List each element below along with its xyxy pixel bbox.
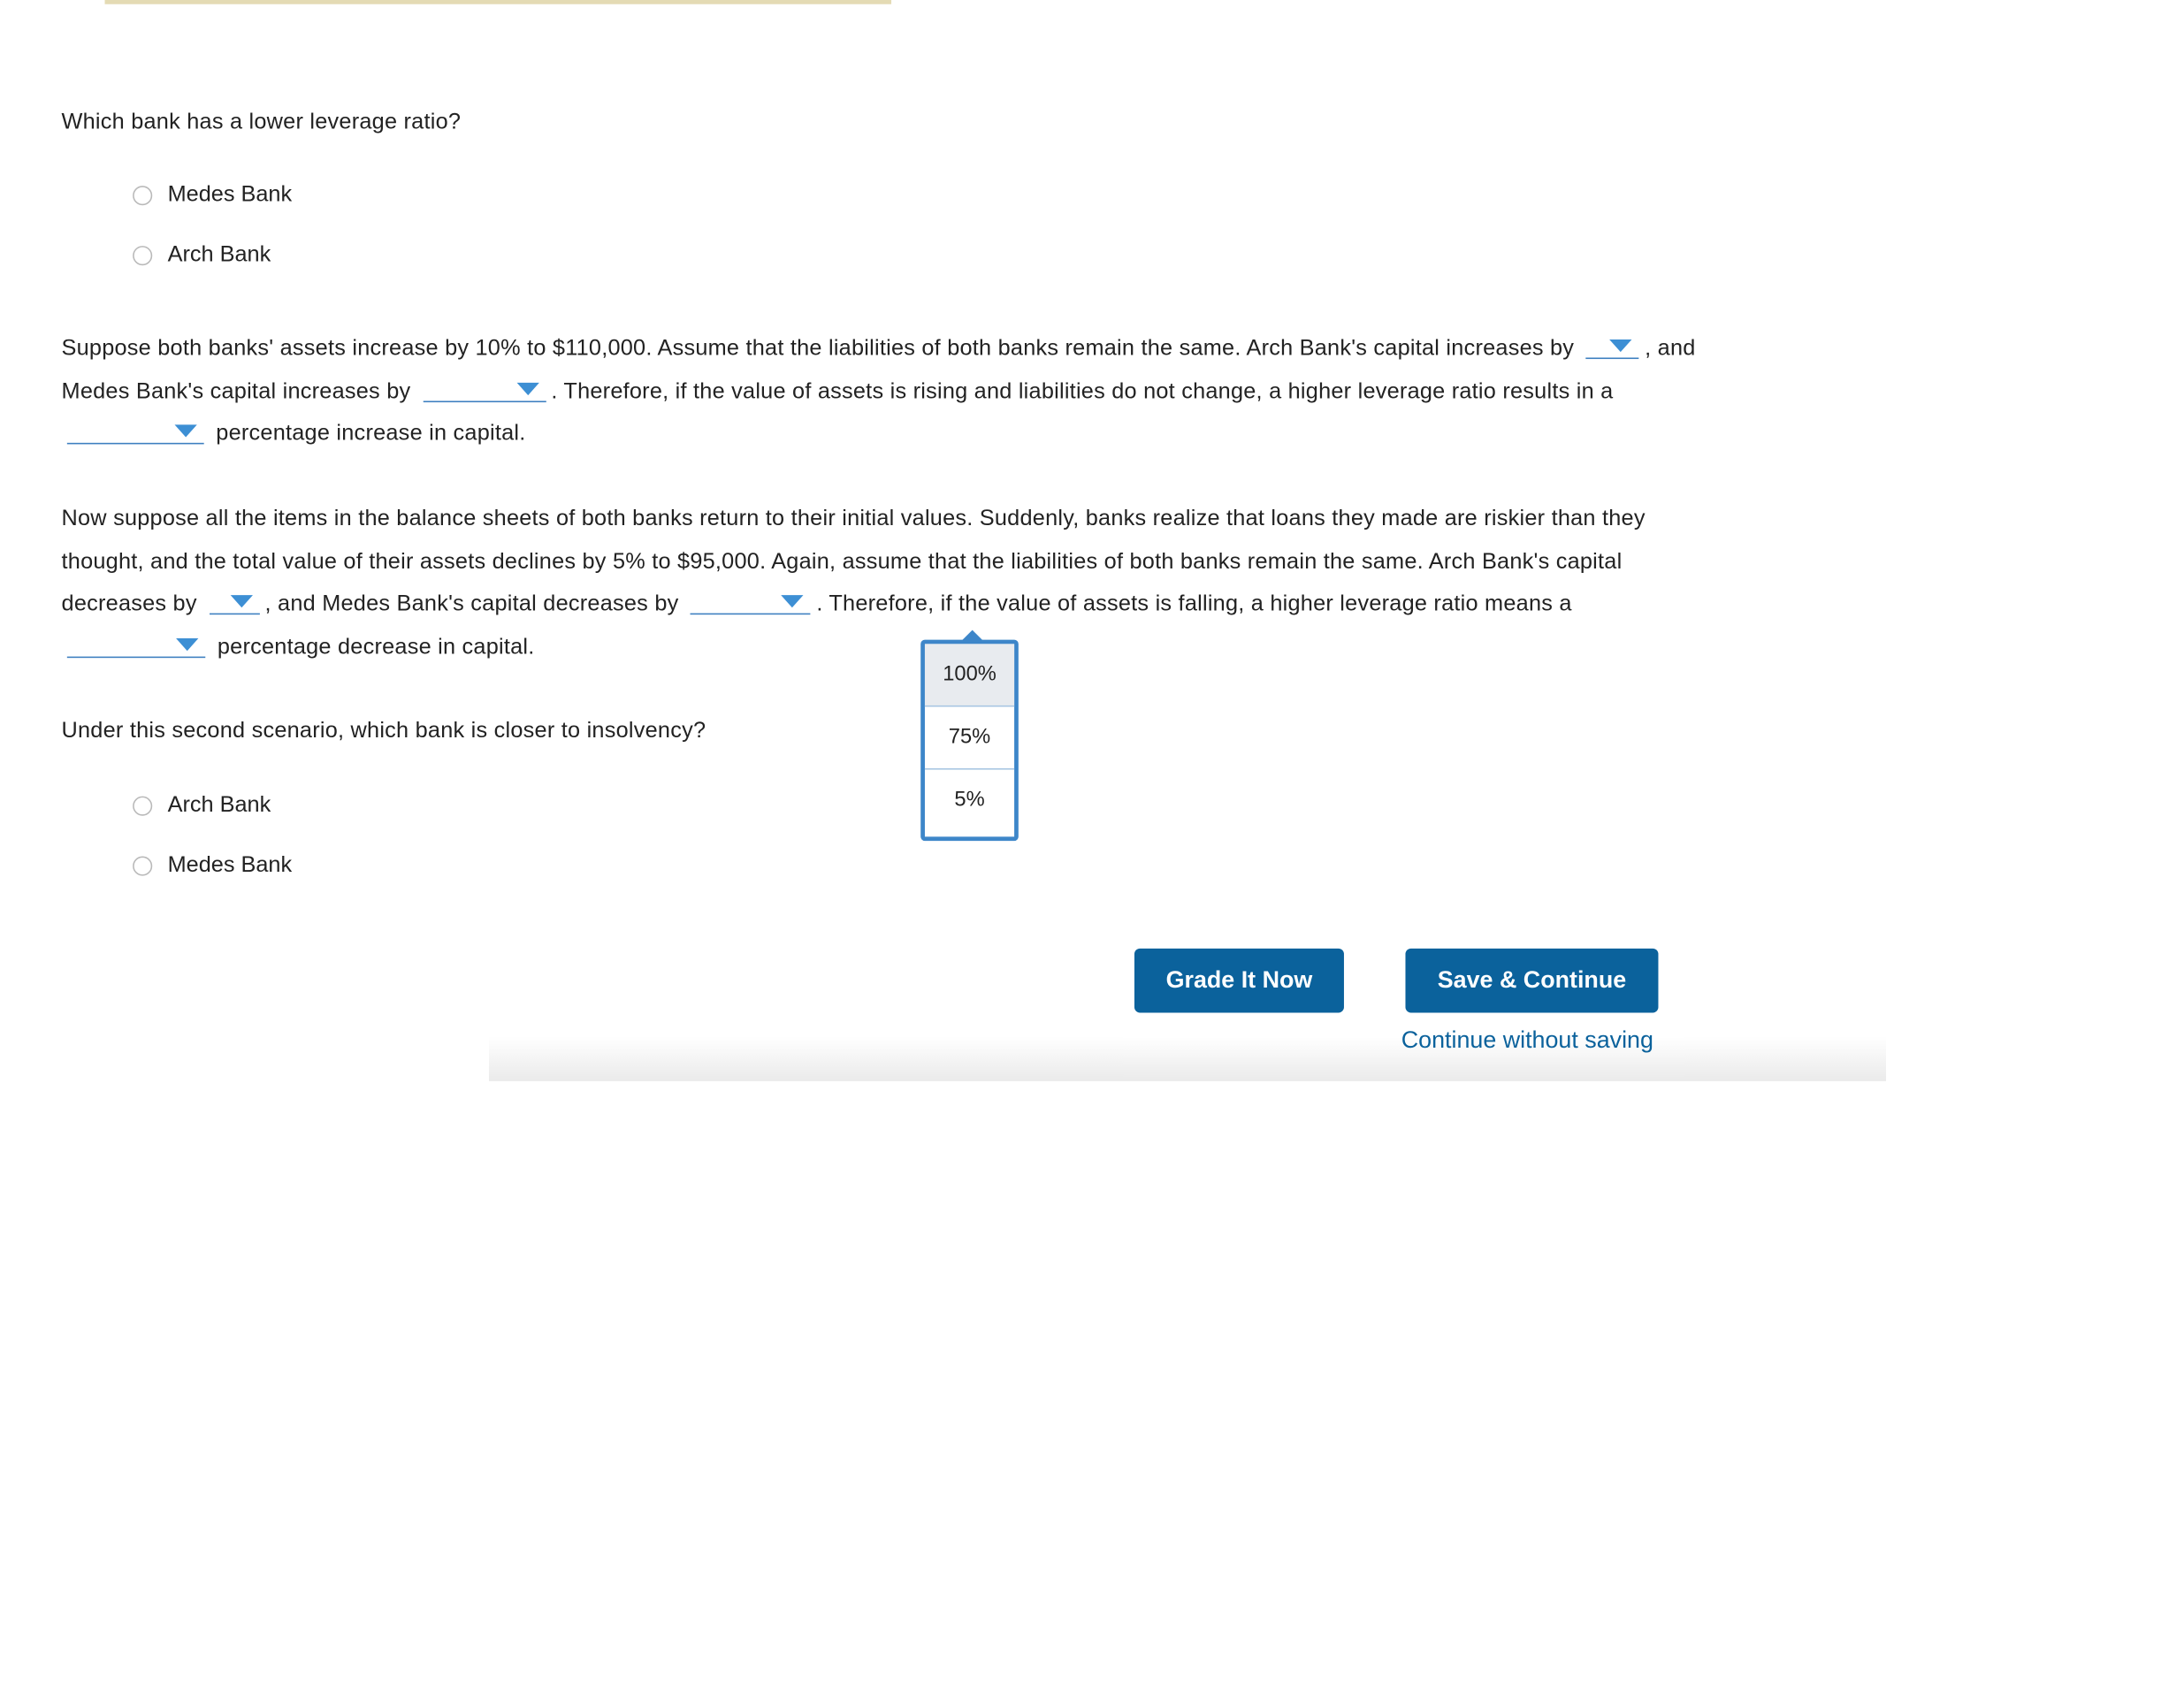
chevron-down-icon <box>781 595 805 608</box>
radio-button[interactable] <box>133 856 153 876</box>
radio-label: Arch Bank <box>167 793 271 818</box>
chevron-down-icon <box>176 637 199 651</box>
caret-up-icon <box>959 629 985 643</box>
arch-capital-increase-dropdown[interactable] <box>1585 332 1639 360</box>
dropdown-options-menu: 100% 75% 5% <box>920 629 1019 842</box>
scenario-decrease-paragraph: Now suppose all the items in the balance… <box>62 499 1697 669</box>
chevron-down-icon <box>515 382 539 395</box>
save-and-continue-button[interactable]: Save & Continue <box>1405 948 1659 1013</box>
radio-option-arch-bank[interactable]: Arch Bank <box>133 243 271 268</box>
scenario-text: percentage decrease in capital. <box>217 635 535 659</box>
dropdown-option[interactable]: 5% <box>925 770 1014 832</box>
chevron-down-icon <box>174 424 197 438</box>
medes-capital-increase-dropdown[interactable] <box>422 375 546 402</box>
scenario-text: . Therefore, if the value of assets is f… <box>816 591 1572 616</box>
progress-divider <box>104 0 892 4</box>
increase-size-dropdown[interactable] <box>66 417 204 445</box>
radio-option-arch-bank[interactable]: Arch Bank <box>133 793 271 818</box>
dropdown-option[interactable]: 75% <box>924 706 1015 770</box>
question-insolvency-prompt: Under this second scenario, which bank i… <box>61 719 706 744</box>
chevron-down-icon <box>1609 339 1632 353</box>
radio-button[interactable] <box>133 246 153 266</box>
footer-shadow <box>489 1036 1886 1081</box>
radio-option-medes-bank[interactable]: Medes Bank <box>133 853 292 878</box>
chevron-down-icon <box>230 595 253 608</box>
scenario-text: , and Medes Bank's capital decreases by <box>264 591 679 616</box>
radio-option-medes-bank[interactable]: Medes Bank <box>133 183 292 208</box>
medes-capital-decrease-dropdown[interactable] <box>691 588 811 615</box>
scenario-increase-paragraph: Suppose both banks' assets increase by 1… <box>62 328 1697 456</box>
scenario-text: percentage increase in capital. <box>216 422 526 446</box>
grade-it-now-button[interactable]: Grade It Now <box>1134 948 1344 1013</box>
question-leverage-prompt: Which bank has a lower leverage ratio? <box>61 110 462 134</box>
arch-capital-decrease-dropdown[interactable] <box>209 588 260 615</box>
scenario-text: Suppose both banks' assets increase by 1… <box>61 336 1575 361</box>
continue-without-saving-link[interactable]: Continue without saving <box>1401 1026 1653 1055</box>
radio-label: Medes Bank <box>167 182 293 207</box>
radio-button[interactable] <box>133 186 153 206</box>
radio-label: Arch Bank <box>167 242 271 267</box>
page: Which bank has a lower leverage ratio? M… <box>0 0 2184 1701</box>
radio-label: Medes Bank <box>167 853 293 878</box>
radio-button[interactable] <box>133 796 153 816</box>
dropdown-option[interactable]: 100% <box>924 644 1015 707</box>
decrease-size-dropdown[interactable] <box>66 630 206 658</box>
scenario-text: . Therefore, if the value of assets is r… <box>551 378 1614 403</box>
